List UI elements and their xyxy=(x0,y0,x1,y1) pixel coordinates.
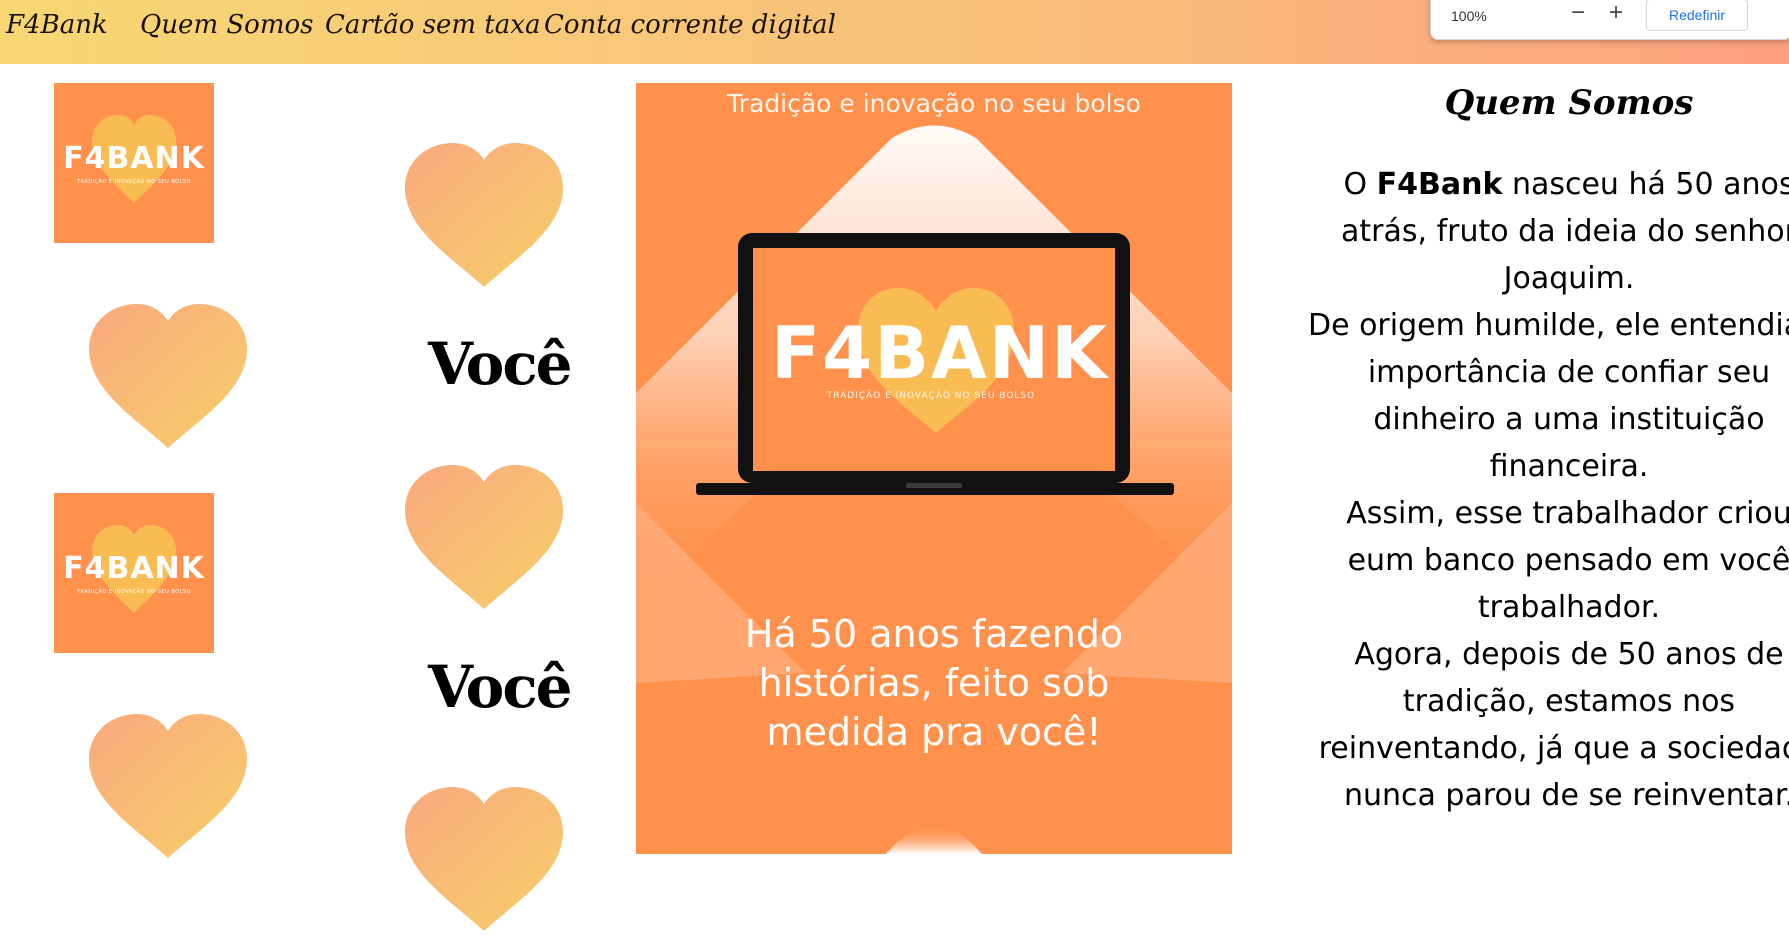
about-text-segment: nasceu há 50 anos xyxy=(1502,167,1789,202)
about-line: eum banco pensado em você xyxy=(1347,543,1789,578)
about-line: Assim, esse trabalhador criou xyxy=(1346,496,1789,531)
heart-icon xyxy=(83,302,253,452)
logo-text: F4BANK xyxy=(63,141,205,176)
heart-icon xyxy=(399,785,569,935)
logo-tagline: TRADIÇÃO E INOVAÇÃO NO SEU BOLSO xyxy=(76,589,192,595)
about-line: financeira. xyxy=(1489,449,1649,484)
about-line: Agora, depois de 50 anos de xyxy=(1354,637,1784,672)
heart-icon xyxy=(83,712,253,862)
zoom-level: 100% xyxy=(1451,8,1487,24)
about-line: atrás, fruto da ideia do senhor xyxy=(1341,214,1789,249)
logo-tile: F4BANK TRADIÇÃO E INOVAÇÃO NO SEU BOLSO xyxy=(54,83,214,243)
minus-icon[interactable]: − xyxy=(1571,0,1585,27)
nav-link-conta-corrente[interactable]: Conta corrente digital xyxy=(544,10,836,40)
about-line: O F4Bank nasceu há 50 anos xyxy=(1289,161,1789,208)
headline-line: histórias, feito sob xyxy=(758,661,1110,705)
about-line: trabalhador. xyxy=(1477,590,1661,625)
about-line: tradição, estamos nos xyxy=(1402,684,1736,719)
headline-line: Há 50 anos fazendo xyxy=(744,612,1124,656)
laptop-slogan: TRADIÇÃO E INOVAÇÃO NO SEU BOLSO xyxy=(826,391,1036,401)
logo-tagline: TRADIÇÃO E INOVAÇÃO NO SEU BOLSO xyxy=(76,179,192,185)
logo-text: F4BANK xyxy=(63,551,205,586)
promo-poster: Tradição e inovação no seu bolso F4BANK … xyxy=(636,83,1232,854)
voce-label: Você xyxy=(428,330,573,398)
about-line: Joaquim. xyxy=(1503,261,1635,296)
reset-zoom-button[interactable]: Redefinir xyxy=(1646,0,1748,31)
plus-icon[interactable]: + xyxy=(1609,0,1623,27)
heart-icon xyxy=(399,463,569,613)
about-line: reinventando, já que a sociedade xyxy=(1318,731,1789,766)
about-text-segment: O xyxy=(1343,167,1377,202)
logo-tile: F4BANK TRADIÇÃO E INOVAÇÃO NO SEU BOLSO xyxy=(54,493,214,653)
zoom-popup: 100% − + Redefinir xyxy=(1430,0,1789,40)
nav-link-quem-somos[interactable]: Quem Somos xyxy=(140,10,313,40)
about-line: De origem humilde, ele entendia a xyxy=(1307,308,1789,343)
poster-tagline: Tradição e inovação no seu bolso xyxy=(727,89,1141,118)
about-text: O F4Bank nasceu há 50 anos atrás, fruto … xyxy=(1289,161,1789,819)
laptop-brand: F4BANK xyxy=(771,311,1109,395)
headline-line: medida pra você! xyxy=(766,710,1102,754)
about-line: nunca parou de se reinventar. xyxy=(1343,778,1789,813)
heart-icon xyxy=(399,141,569,291)
bank-name: F4Bank xyxy=(1376,167,1503,202)
brand-link[interactable]: F4Bank xyxy=(6,10,108,40)
voce-label: Você xyxy=(428,653,573,721)
about-line: importância de confiar seu xyxy=(1367,355,1771,390)
about-title: Quem Somos xyxy=(1444,83,1694,123)
poster-headline: Há 50 anos fazendo histórias, feito sob … xyxy=(666,610,1202,757)
nav-link-cartao-sem-taxa[interactable]: Cartão sem taxa xyxy=(325,10,540,40)
about-line: dinheiro a uma instituição xyxy=(1373,402,1765,437)
